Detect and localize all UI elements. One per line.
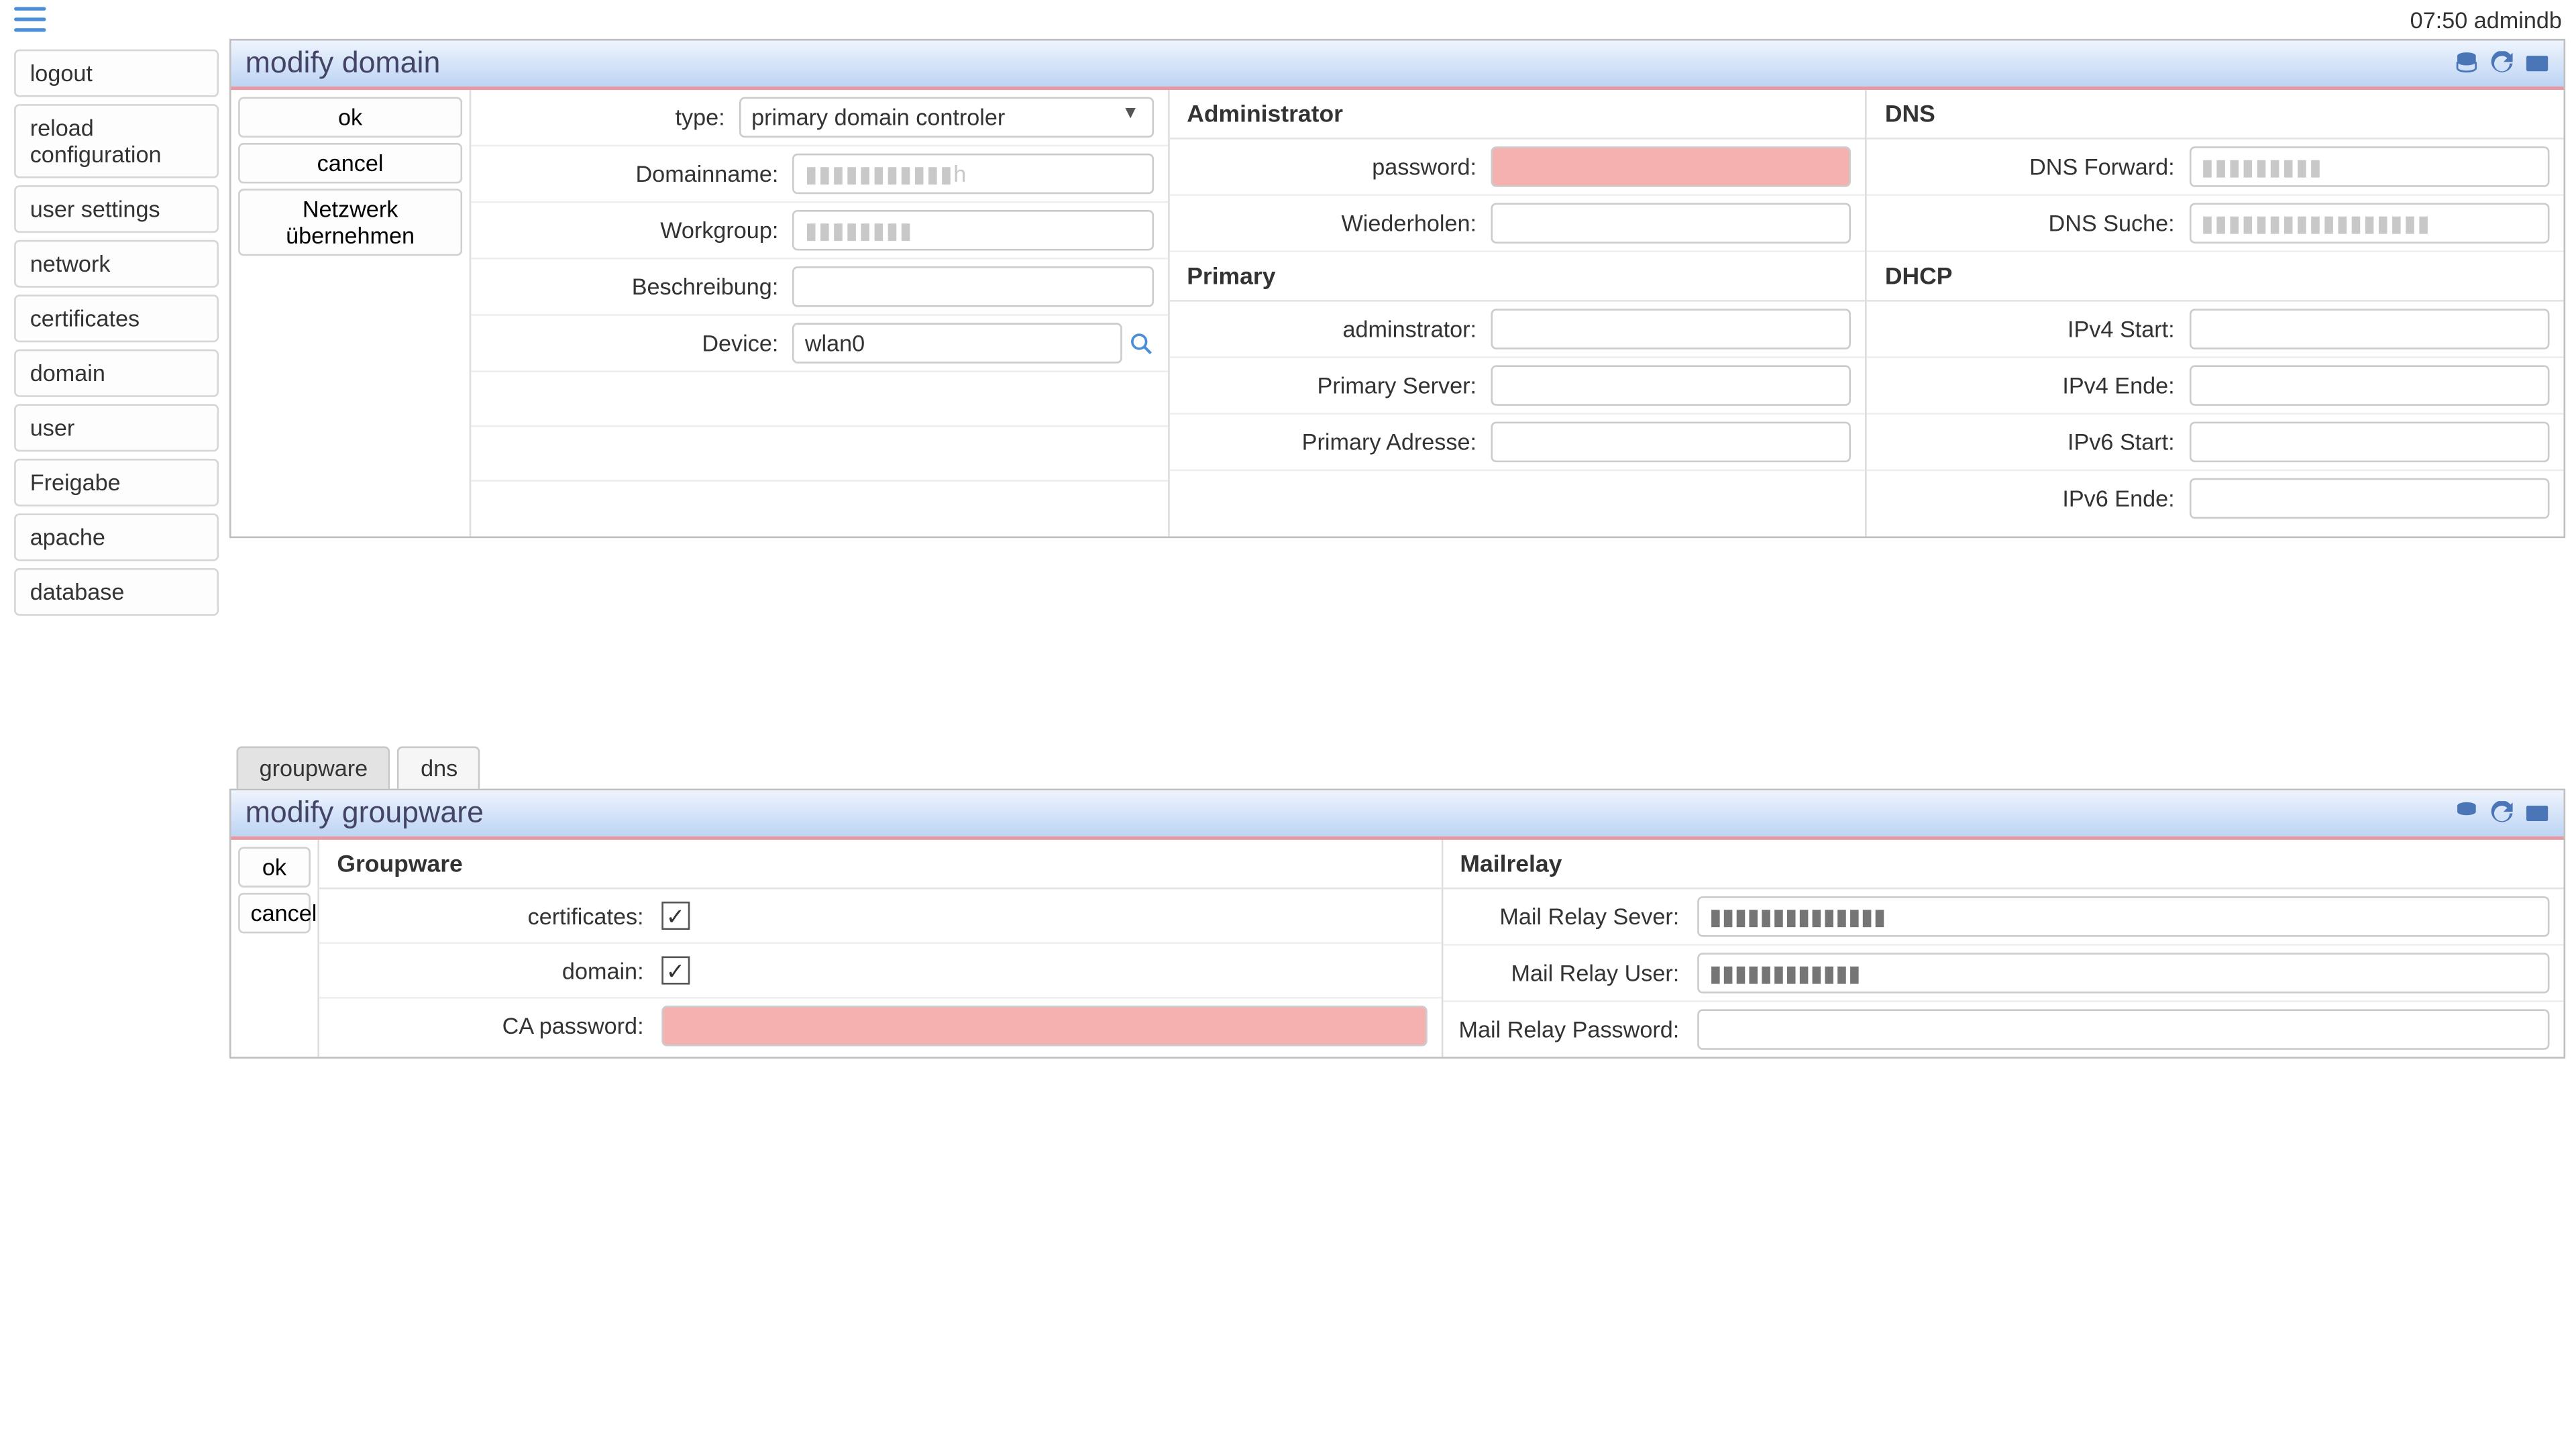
v4start-label: IPv4 Start: (1882, 316, 2189, 342)
search-icon[interactable] (1128, 331, 1153, 356)
dhcp-section: DHCP (1868, 252, 2564, 302)
gw-col-left: Groupware certificates: domain: CA passw… (319, 840, 1442, 1057)
dns-section: DNS (1868, 90, 2564, 140)
domain-panel: modify domain ok cancel Netzwerk überneh… (229, 39, 2565, 538)
gw-ca-label: CA password: (333, 1013, 661, 1039)
gw-cert-checkbox[interactable] (661, 902, 690, 930)
workgroup-input[interactable] (792, 210, 1153, 250)
tab-groupware[interactable]: groupware (236, 747, 390, 789)
groupware-panel-title: modify groupware (246, 796, 484, 831)
tab-bar: groupware dns (229, 739, 2565, 789)
v6end-label: IPv6 Ende: (1882, 485, 2189, 511)
mr-user-input[interactable] (1697, 953, 2550, 993)
gw-domain-label: domain: (333, 957, 661, 983)
admin-section: Administrator (1169, 90, 1866, 140)
clock-user: 07:50 admindb (2410, 6, 2562, 32)
sidebar: logout reload configuration user setting… (0, 39, 229, 633)
dnsfwd-input[interactable] (2189, 146, 2550, 186)
db-icon[interactable] (2454, 801, 2479, 826)
sidebar-item-network[interactable]: network (14, 240, 219, 288)
topbar: 07:50 admindb (0, 0, 2576, 39)
gw-domain-checkbox[interactable] (661, 957, 690, 985)
primary-addr-input[interactable] (1491, 422, 1851, 462)
gw-cancel-button[interactable]: cancel (238, 893, 311, 933)
refresh-icon[interactable] (2489, 801, 2514, 826)
ok-button[interactable]: ok (238, 97, 462, 138)
dnsfwd-label: DNS Forward: (1882, 154, 2189, 180)
sidebar-item-user[interactable]: user (14, 404, 219, 451)
mailrelay-section: Mailrelay (1442, 840, 2563, 890)
primary-server-input[interactable] (1491, 365, 1851, 405)
repeat-label: Wiederholen: (1183, 210, 1491, 236)
network-apply-button[interactable]: Netzwerk übernehmen (238, 189, 462, 256)
password-label: password: (1183, 154, 1491, 180)
cancel-button[interactable]: cancel (238, 143, 462, 183)
primary-addr-label: Primary Adresse: (1183, 429, 1491, 455)
mr-pass-input[interactable] (1697, 1009, 2550, 1049)
gw-col-right: Mailrelay Mail Relay Sever: Mail Relay U… (1442, 840, 2563, 1057)
admin2-label: adminstrator: (1183, 316, 1491, 342)
gw-ca-input[interactable] (661, 1006, 1427, 1046)
device-input[interactable] (792, 323, 1121, 363)
sidebar-item-logout[interactable]: logout (14, 50, 219, 97)
mr-server-label: Mail Relay Sever: (1456, 904, 1697, 930)
mr-server-input[interactable] (1697, 896, 2550, 936)
domain-col-right: DNS DNS Forward: DNS Suche: DHCP IPv4 St… (1868, 90, 2564, 536)
mr-pass-label: Mail Relay Password: (1456, 1016, 1697, 1042)
sidebar-item-database[interactable]: database (14, 568, 219, 616)
workgroup-label: Workgroup: (485, 217, 792, 244)
sidebar-item-freigabe[interactable]: Freigabe (14, 459, 219, 506)
password-input[interactable] (1491, 146, 1851, 186)
mr-user-label: Mail Relay User: (1456, 960, 1697, 986)
domainname-input[interactable] (792, 154, 1153, 194)
gw-cert-label: certificates: (333, 902, 661, 928)
sidebar-item-domain[interactable]: domain (14, 350, 219, 397)
v6end-input[interactable] (2189, 478, 2550, 519)
sidebar-item-usersettings[interactable]: user settings (14, 185, 219, 233)
v6start-label: IPv6 Start: (1882, 429, 2189, 455)
device-label: Device: (485, 330, 792, 356)
primary-server-label: Primary Server: (1183, 372, 1491, 398)
db-icon[interactable] (2454, 51, 2479, 76)
admin2-input[interactable] (1491, 309, 1851, 349)
window-icon[interactable] (2525, 51, 2550, 76)
domain-actions: ok cancel Netzwerk übernehmen (231, 90, 472, 536)
sidebar-item-apache[interactable]: apache (14, 513, 219, 561)
v6start-input[interactable] (2189, 422, 2550, 462)
gw-section: Groupware (319, 840, 1440, 890)
dnssearch-label: DNS Suche: (1882, 210, 2189, 236)
domain-col-left: type: primary domain controler Domainnam… (471, 90, 1169, 536)
type-select[interactable]: primary domain controler (739, 97, 1153, 138)
dnssearch-input[interactable] (2189, 203, 2550, 243)
window-icon[interactable] (2525, 801, 2550, 826)
v4end-label: IPv4 Ende: (1882, 372, 2189, 398)
repeat-input[interactable] (1491, 203, 1851, 243)
type-label: type: (485, 104, 739, 130)
domainname-label: Domainname: (485, 160, 792, 186)
gw-ok-button[interactable]: ok (238, 847, 311, 887)
domain-col-mid: Administrator password: Wiederholen: Pri… (1169, 90, 1868, 536)
v4start-input[interactable] (2189, 309, 2550, 349)
v4end-input[interactable] (2189, 365, 2550, 405)
sidebar-item-certificates[interactable]: certificates (14, 294, 219, 342)
tab-dns[interactable]: dns (398, 747, 481, 789)
groupware-panel: modify groupware ok cancel Groupware c (229, 789, 2565, 1059)
gw-actions: ok cancel (231, 840, 320, 1057)
descr-input[interactable] (792, 266, 1153, 307)
menu-icon[interactable] (14, 7, 46, 32)
descr-label: Beschreibung: (485, 274, 792, 300)
domain-panel-title: modify domain (246, 46, 441, 81)
sidebar-item-reload[interactable]: reload configuration (14, 104, 219, 178)
refresh-icon[interactable] (2489, 51, 2514, 76)
primary-section: Primary (1169, 252, 1866, 302)
